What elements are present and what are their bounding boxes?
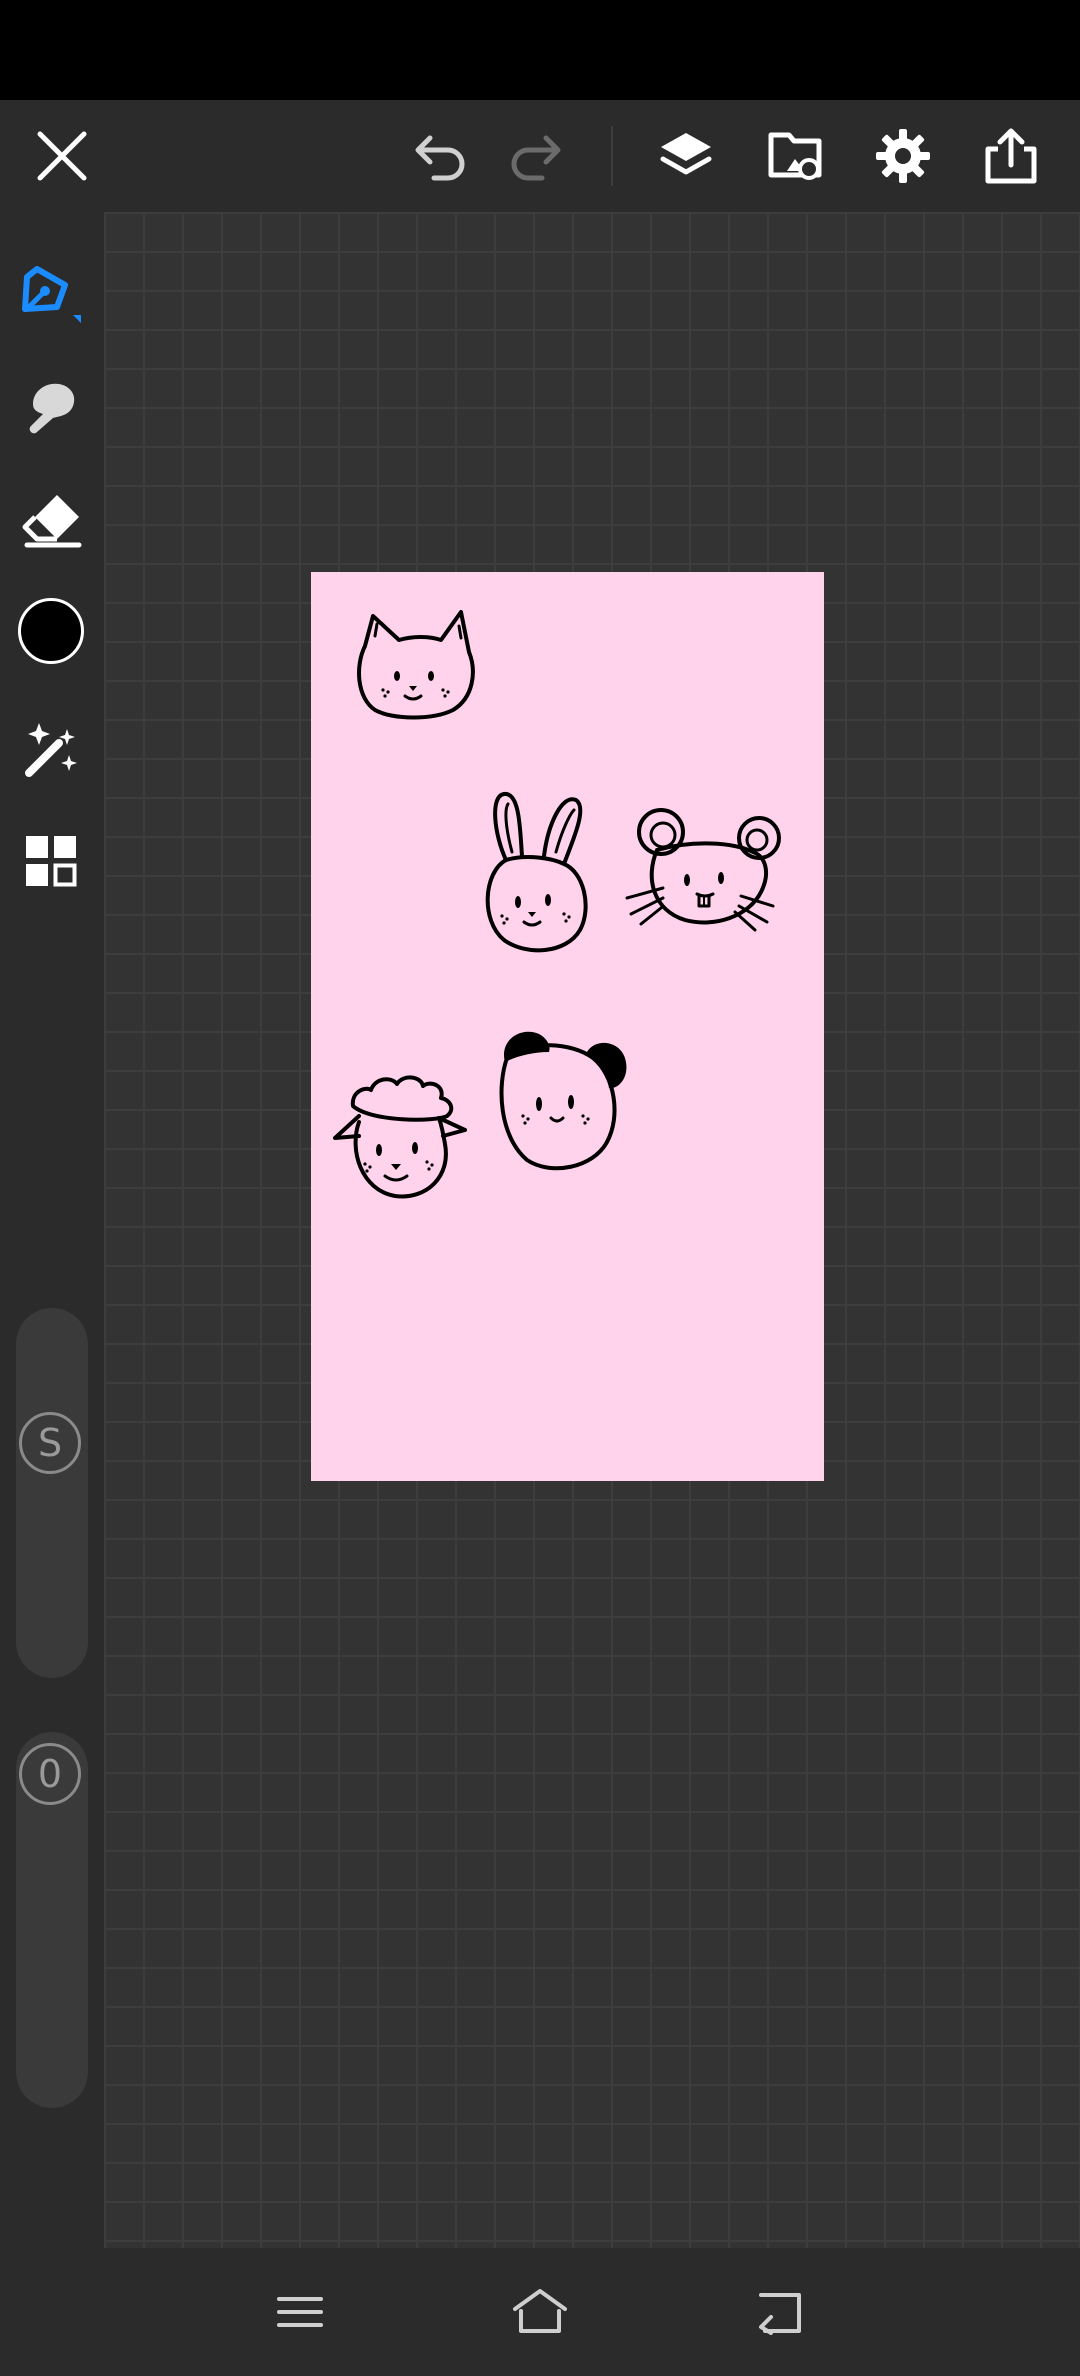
eraser-tool-icon[interactable] bbox=[12, 480, 92, 560]
panda-face bbox=[499, 1031, 627, 1171]
status-bar bbox=[0, 0, 1080, 100]
sheep-face bbox=[333, 1075, 467, 1199]
smudge-tool-icon[interactable] bbox=[12, 365, 92, 445]
mouse-face bbox=[625, 808, 781, 932]
close-icon[interactable] bbox=[22, 116, 102, 196]
cat-face bbox=[357, 610, 475, 720]
brush-size-slider[interactable] bbox=[16, 1308, 88, 1678]
home-icon[interactable] bbox=[500, 2272, 580, 2352]
brush-size-label: S bbox=[37, 1421, 63, 1465]
share-icon[interactable] bbox=[971, 116, 1051, 196]
redo-icon[interactable] bbox=[496, 116, 576, 196]
gallery-icon[interactable] bbox=[12, 822, 92, 902]
brush-opacity-knob[interactable]: 0 bbox=[19, 1743, 81, 1805]
layers-icon[interactable] bbox=[646, 116, 726, 196]
back-icon[interactable] bbox=[740, 2272, 820, 2352]
brush-opacity-label: 0 bbox=[37, 1752, 63, 1796]
toolbar-divider bbox=[611, 126, 613, 186]
drawing-canvas[interactable] bbox=[311, 572, 824, 1481]
undo-icon[interactable] bbox=[400, 116, 480, 196]
system-nav-bar bbox=[0, 2248, 1080, 2376]
top-toolbar bbox=[0, 100, 1080, 212]
bunny-face bbox=[485, 792, 588, 953]
recents-icon[interactable] bbox=[260, 2272, 340, 2352]
import-image-icon[interactable] bbox=[756, 116, 836, 196]
pen-tool-icon[interactable] bbox=[12, 250, 92, 330]
magic-wand-icon[interactable] bbox=[12, 708, 92, 788]
brush-size-knob[interactable]: S bbox=[19, 1412, 81, 1474]
color-picker[interactable] bbox=[18, 598, 84, 664]
settings-icon[interactable] bbox=[863, 116, 943, 196]
